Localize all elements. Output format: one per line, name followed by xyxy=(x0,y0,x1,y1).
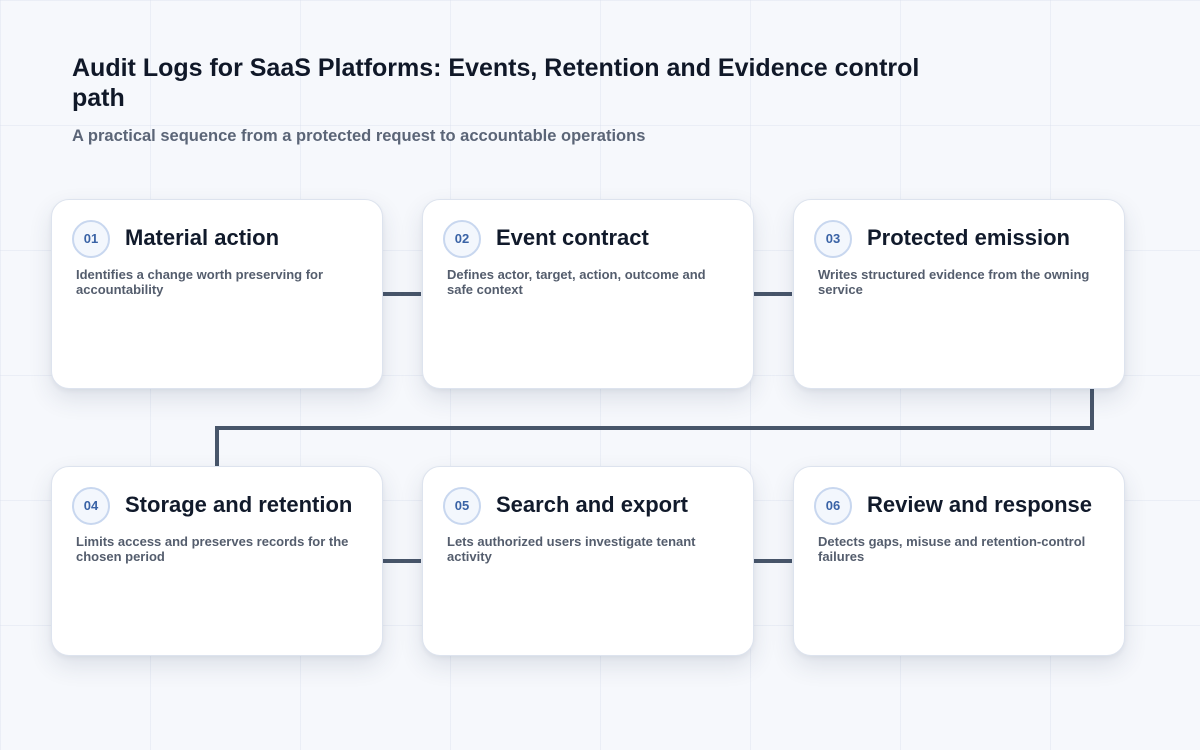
step-card-05: 05 Search and export Lets authorized use… xyxy=(422,466,754,656)
step-title: Protected emission xyxy=(867,225,1070,250)
step-title: Review and response xyxy=(867,492,1092,517)
step-number-badge: 02 xyxy=(443,220,481,258)
step-description: Identifies a change worth preserving for… xyxy=(76,267,324,297)
step-title: Storage and retention xyxy=(125,492,353,517)
step-title: Search and export xyxy=(496,492,688,517)
step-number-badge: 05 xyxy=(443,487,481,525)
step-description: Detects gaps, misuse and retention-contr… xyxy=(818,534,1086,564)
connector-03-04 xyxy=(215,389,1094,466)
step-title: Material action xyxy=(125,225,280,250)
step-number-badge: 01 xyxy=(72,220,110,258)
step-card-06: 06 Review and response Detects gaps, mis… xyxy=(793,466,1125,656)
step-description: Writes structured evidence from the owni… xyxy=(818,267,1090,297)
step-card-01: 01 Material action Identifies a change w… xyxy=(51,199,383,389)
step-card-02: 02 Event contract Defines actor, target,… xyxy=(422,199,754,389)
step-card-03: 03 Protected emission Writes structured … xyxy=(793,199,1125,389)
step-description: Defines actor, target, action, outcome a… xyxy=(447,267,706,297)
step-number-badge: 04 xyxy=(72,487,110,525)
step-card-04: 04 Storage and retention Limits access a… xyxy=(51,466,383,656)
step-title: Event contract xyxy=(496,225,649,250)
step-description: Lets authorized users investigate tenant… xyxy=(447,534,696,564)
step-description: Limits access and preserves records for … xyxy=(76,534,349,564)
step-number-badge: 03 xyxy=(814,220,852,258)
step-number-badge: 06 xyxy=(814,487,852,525)
